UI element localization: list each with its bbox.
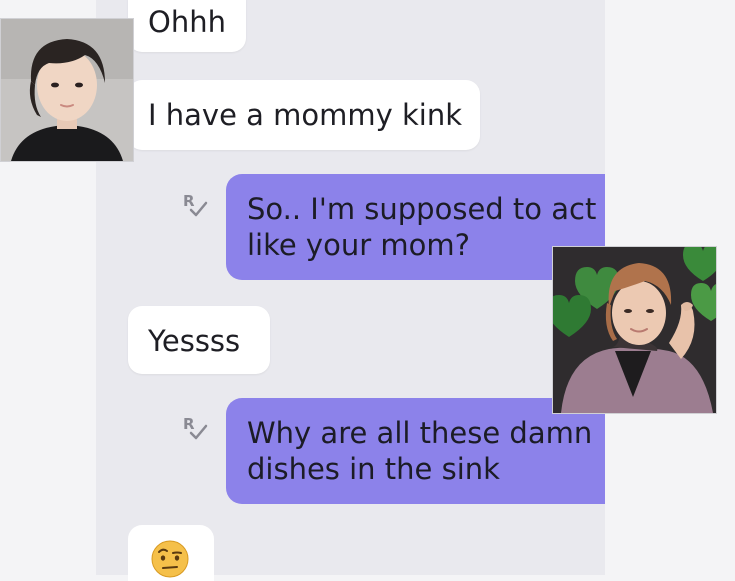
portrait-photo-left (0, 18, 134, 162)
portrait-illustration (553, 247, 716, 413)
message-text: Ohhh (148, 5, 226, 39)
outgoing-message[interactable]: Why are all these damn dishes in the sin… (226, 398, 605, 504)
outgoing-message[interactable]: So.. I'm supposed to act like your mom? (226, 174, 605, 280)
incoming-message[interactable]: Ohhh (128, 0, 246, 52)
portrait-illustration (1, 19, 133, 161)
incoming-message[interactable]: I have a mommy kink (128, 80, 480, 150)
message-text-line: Why are all these damn (247, 416, 593, 450)
incoming-message[interactable]: Yessss (128, 306, 270, 374)
message-text-line: So.. I'm supposed to act (247, 192, 597, 226)
incoming-emoji-message[interactable] (128, 525, 214, 581)
message-text-line: dishes in the sink (247, 452, 500, 486)
read-receipt-icon: R (183, 415, 208, 440)
receipt-letter: R (183, 192, 195, 210)
read-receipt-icon: R (183, 192, 208, 217)
raised-eyebrow-emoji-icon (151, 540, 189, 578)
message-text: Yessss (148, 324, 241, 358)
message-text: I have a mommy kink (148, 98, 463, 132)
portrait-photo-right (552, 246, 717, 414)
receipt-letter: R (183, 415, 195, 433)
